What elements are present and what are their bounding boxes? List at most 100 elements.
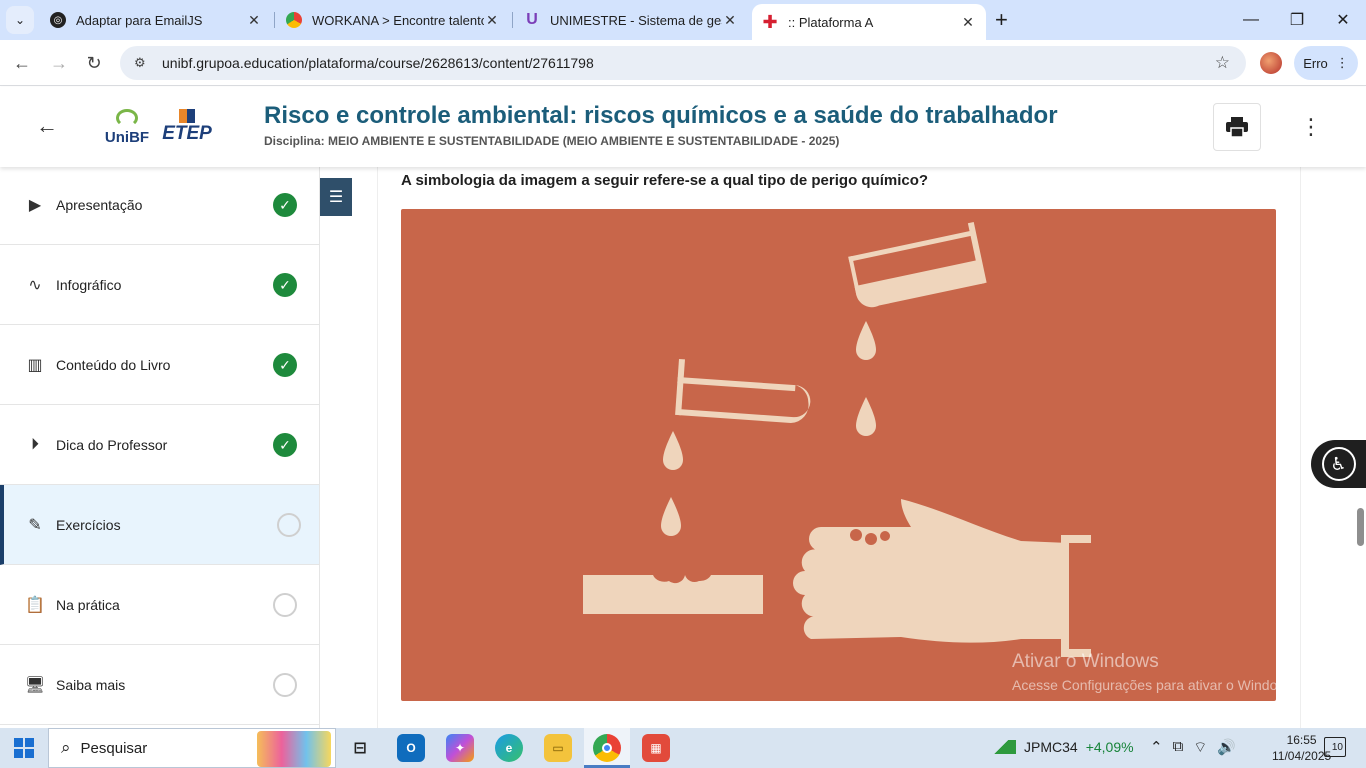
tab-search-button[interactable]: ⌄	[6, 6, 34, 34]
wifi-icon[interactable]: ⌔	[1193, 738, 1207, 757]
file-explorer-icon[interactable]: ▭	[544, 734, 572, 762]
tab-divider	[512, 12, 513, 28]
back-arrow-button[interactable]: ←	[36, 113, 58, 139]
sidebar-item-na-pratica[interactable]: 📋 Na prática	[0, 565, 319, 645]
book-open-icon: ▥	[27, 356, 43, 374]
question-text: A simbologia da imagem a seguir refere-s…	[401, 172, 929, 189]
lesson-sidebar: ▶ Apresentação ✓ ∿ Infográfico ✓ ▥ Conte…	[0, 167, 320, 728]
tab-strip: ⌄ ◎ Adaptar para EmailJS ✕ WORKANA > Enc…	[0, 0, 1366, 40]
etep-logo: ETEP	[160, 109, 214, 145]
forward-button[interactable]: →	[44, 48, 74, 78]
search-highlight-art	[257, 731, 331, 767]
sidebar-item-conteudo-livro[interactable]: ▥ Conteúdo do Livro ✓	[0, 325, 319, 405]
error-label: Erro	[1303, 55, 1328, 71]
sidebar-item-apresentacao[interactable]: ▶ Apresentação ✓	[0, 167, 319, 245]
openai-icon: ◎	[50, 12, 66, 28]
sidebar-item-exercicios[interactable]: ✎ Exercícios	[0, 485, 319, 565]
chrome-icon[interactable]	[593, 734, 621, 762]
sidebar-item-infografico[interactable]: ∿ Infográfico ✓	[0, 245, 319, 325]
tab-workana[interactable]: WORKANA > Encontre talento, ✕	[276, 0, 510, 40]
monitor-plus-icon: 🖥	[24, 676, 46, 694]
system-tray: ⌃ ⧉ ⌔ 🔊	[1150, 738, 1236, 757]
page-title: Risco e controle ambiental: riscos quími…	[264, 102, 1058, 129]
completed-check-icon: ✓	[273, 433, 297, 457]
search-placeholder: Pesquisar	[80, 739, 148, 757]
taskbar-search-box[interactable]: ⌕ Pesquisar	[48, 728, 336, 768]
accessibility-icon: ♿	[1321, 447, 1356, 481]
notification-center-icon[interactable]: 10	[1324, 737, 1346, 757]
discipline-subtitle: Disciplina: MEIO AMBIENTE E SUSTENTABILI…	[264, 134, 840, 148]
close-icon[interactable]: ✕	[484, 12, 500, 29]
play-square-icon: ▶	[28, 196, 42, 214]
unimestre-icon: U	[526, 11, 538, 28]
sidebar-item-label: Exercícios	[56, 516, 121, 533]
sidebar-toggle-button[interactable]: ☰	[320, 178, 352, 216]
sidebar-item-saiba-mais[interactable]: 🖥 Saiba mais	[0, 645, 319, 725]
volume-icon[interactable]: 🔊	[1217, 738, 1236, 757]
bookmark-star-icon[interactable]: ☆	[1215, 53, 1230, 73]
edit-doc-icon: ✎	[28, 516, 42, 534]
incomplete-circle-icon	[273, 673, 297, 697]
windows-start-icon[interactable]	[14, 738, 34, 758]
corrosive-hazard-image	[401, 209, 1276, 701]
new-tab-button[interactable]: +	[995, 8, 1008, 32]
tab-title: UNIMESTRE - Sistema de gestã	[550, 12, 722, 28]
chevron-down-icon: ⌄	[14, 13, 26, 27]
close-icon[interactable]: ✕	[960, 14, 976, 31]
play-circle-icon: ⏵	[30, 435, 39, 453]
tab-unimestre[interactable]: U UNIMESTRE - Sistema de gestã ✕	[514, 0, 748, 40]
tab-divider	[274, 12, 275, 28]
stock-widget[interactable]: JPMC34 +4,09%	[994, 739, 1134, 755]
stock-symbol: JPMC34	[1024, 739, 1078, 755]
page-scrollbar[interactable]	[1357, 508, 1364, 546]
unibf-logo: UniBF	[104, 109, 150, 149]
sidebar-item-label: Conteúdo do Livro	[56, 356, 171, 373]
reload-button[interactable]: ↻	[79, 48, 109, 78]
office-store-icon[interactable]: ▦	[642, 734, 670, 762]
print-button[interactable]	[1213, 103, 1261, 151]
error-button[interactable]: Erro ⋮	[1294, 46, 1358, 80]
incomplete-circle-icon	[277, 513, 301, 537]
stock-change: +4,09%	[1085, 739, 1134, 755]
tab-plataforma-a[interactable]: ✚ :: Plataforma A ✕	[752, 4, 986, 40]
sidebar-item-label: Saiba mais	[56, 676, 126, 693]
sidebar-item-dica-professor[interactable]: ⏵ Dica do Professor ✓	[0, 405, 319, 485]
tab-title: Adaptar para EmailJS	[76, 12, 203, 28]
close-icon[interactable]: ✕	[246, 12, 262, 29]
completed-check-icon: ✓	[273, 273, 297, 297]
clock-time: 16:55	[1286, 733, 1317, 747]
taskbar-clock[interactable]: 16:55 11/04/2025	[1272, 732, 1331, 764]
close-window-button[interactable]: ✕	[1320, 0, 1366, 40]
accessibility-button[interactable]: ♿	[1311, 440, 1366, 488]
more-options-button[interactable]: ⋮	[1300, 113, 1322, 141]
minimize-button[interactable]: —	[1228, 0, 1274, 40]
address-bar[interactable]: ⚙ unibf.grupoa.education/plataforma/cour…	[120, 46, 1246, 80]
corrosive-symbol-icon	[583, 222, 1091, 657]
search-icon: ⌕	[61, 738, 71, 757]
profile-avatar[interactable]	[1260, 52, 1282, 74]
restore-button[interactable]: ❐	[1274, 0, 1320, 40]
site-settings-icon[interactable]: ⚙	[134, 55, 152, 71]
edge-icon[interactable]: e	[495, 734, 523, 762]
trend-line-icon: ∿	[28, 276, 42, 294]
chevron-up-icon[interactable]: ⌃	[1150, 738, 1163, 757]
windows-activation-subtitle: Acesse Configurações para ativar o Windo…	[1012, 677, 1299, 693]
notification-count: 10	[1331, 742, 1343, 753]
meet-now-icon[interactable]: ⧉	[1173, 738, 1184, 757]
course-header: ← UniBF ETEP Risco e controle ambiental:…	[0, 87, 1366, 167]
back-button[interactable]: ←	[7, 48, 37, 78]
tab-title: :: Plataforma A	[788, 14, 874, 30]
outlook-icon[interactable]: O	[397, 734, 425, 762]
hamburger-icon: ☰	[328, 189, 344, 206]
printer-icon	[1226, 117, 1248, 137]
chrome-icon	[286, 12, 302, 28]
tab-emailjs[interactable]: ◎ Adaptar para EmailJS ✕	[40, 0, 272, 40]
close-icon[interactable]: ✕	[722, 12, 738, 29]
url-text: unibf.grupoa.education/plataforma/course…	[162, 55, 594, 71]
browser-toolbar: ← → ↻ ⚙ unibf.grupoa.education/plataform…	[0, 40, 1366, 86]
task-view-icon[interactable]: ⊟	[346, 734, 374, 762]
more-vert-icon: ⋮	[1335, 55, 1349, 70]
clipboard-icon: 📋	[25, 596, 45, 614]
completed-check-icon: ✓	[273, 193, 297, 217]
copilot-icon[interactable]: ✦	[446, 734, 474, 762]
